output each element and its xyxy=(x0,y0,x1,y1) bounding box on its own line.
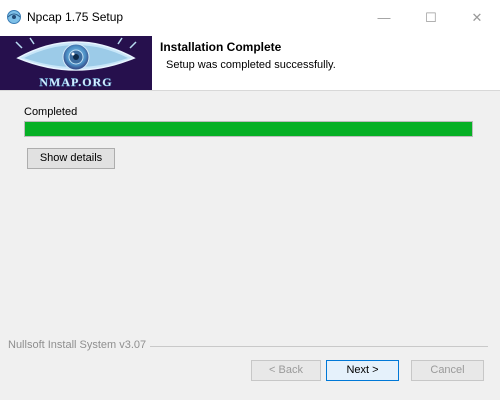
back-button[interactable]: < Back xyxy=(251,360,321,381)
show-details-button[interactable]: Show details xyxy=(27,148,115,169)
nsis-branding-label: Nullsoft Install System v3.07 xyxy=(8,339,151,351)
npcap-app-icon xyxy=(6,9,22,25)
title-bar: Npcap 1.75 Setup — ☐ ✕ xyxy=(0,0,500,36)
minimize-icon[interactable]: — xyxy=(369,6,399,30)
wizard-body: Completed Show details Nullsoft Install … xyxy=(0,91,500,400)
progress-bar xyxy=(24,121,473,137)
next-button[interactable]: Next > xyxy=(326,360,399,381)
wizard-header: NMAP.ORG Installation Complete Setup was… xyxy=(0,36,500,91)
header-subtitle: Setup was completed successfully. xyxy=(166,59,336,71)
nmap-eye-logo: NMAP.ORG xyxy=(0,36,152,90)
cancel-button[interactable]: Cancel xyxy=(411,360,484,381)
header-title: Installation Complete xyxy=(160,40,282,54)
status-label: Completed xyxy=(24,106,78,118)
window-title: Npcap 1.75 Setup xyxy=(27,10,124,24)
nmap-org-logo-text: NMAP.ORG xyxy=(39,75,112,89)
progress-bar-fill xyxy=(25,122,472,136)
maximize-icon[interactable]: ☐ xyxy=(416,6,446,30)
close-icon[interactable]: ✕ xyxy=(462,6,492,30)
